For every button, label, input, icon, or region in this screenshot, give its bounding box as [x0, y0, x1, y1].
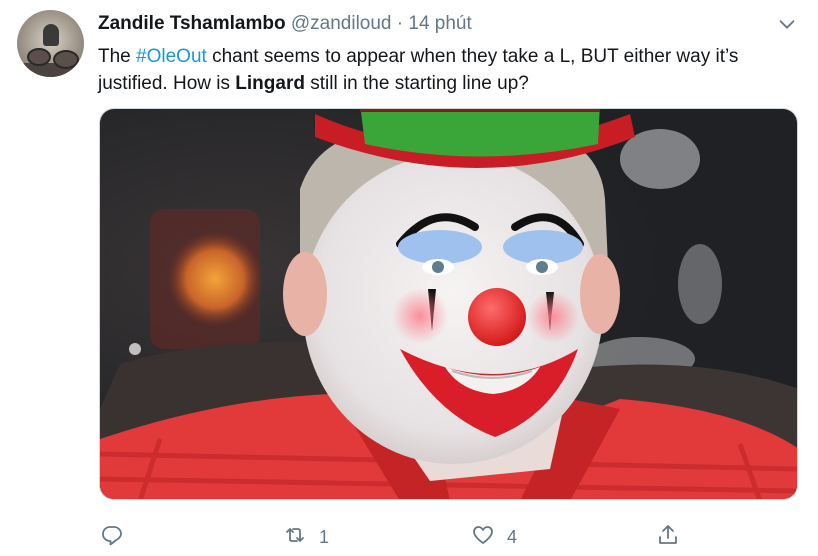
reply-button[interactable] [100, 522, 136, 552]
retweet-button[interactable]: 1 [283, 522, 329, 552]
author-name[interactable]: Zandile Tshamlambo [98, 13, 286, 34]
avatar[interactable] [17, 10, 84, 77]
separator-dot: · [396, 13, 404, 34]
tweet-timestamp[interactable]: 14 phút [408, 13, 471, 34]
heart-icon [471, 523, 495, 552]
retweet-count: 1 [319, 526, 330, 547]
tweet-image[interactable] [99, 108, 798, 500]
author-handle[interactable]: @zandiloud [291, 13, 392, 34]
like-count: 4 [507, 526, 518, 547]
hashtag-link[interactable]: #OleOut [136, 46, 207, 67]
avatar-drum [27, 48, 51, 66]
tweet-text: The #OleOut chant seems to appear when t… [98, 43, 803, 97]
like-button[interactable]: 4 [471, 522, 517, 552]
chevron-down-icon[interactable] [776, 13, 798, 35]
tweet-text-part: still in the starting line up? [304, 73, 529, 94]
share-button[interactable] [656, 522, 680, 552]
retweet-icon [283, 523, 307, 552]
avatar-drum [53, 50, 79, 69]
tweet-header: Zandile Tshamlambo @zandiloud · 14 phút [98, 13, 472, 35]
reply-icon [100, 523, 124, 552]
share-icon [656, 523, 680, 552]
action-bar: 1 4 [98, 522, 698, 552]
tweet-text-part: The [98, 46, 137, 67]
bold-text: Lingard [235, 73, 305, 94]
avatar-figure [43, 24, 59, 46]
